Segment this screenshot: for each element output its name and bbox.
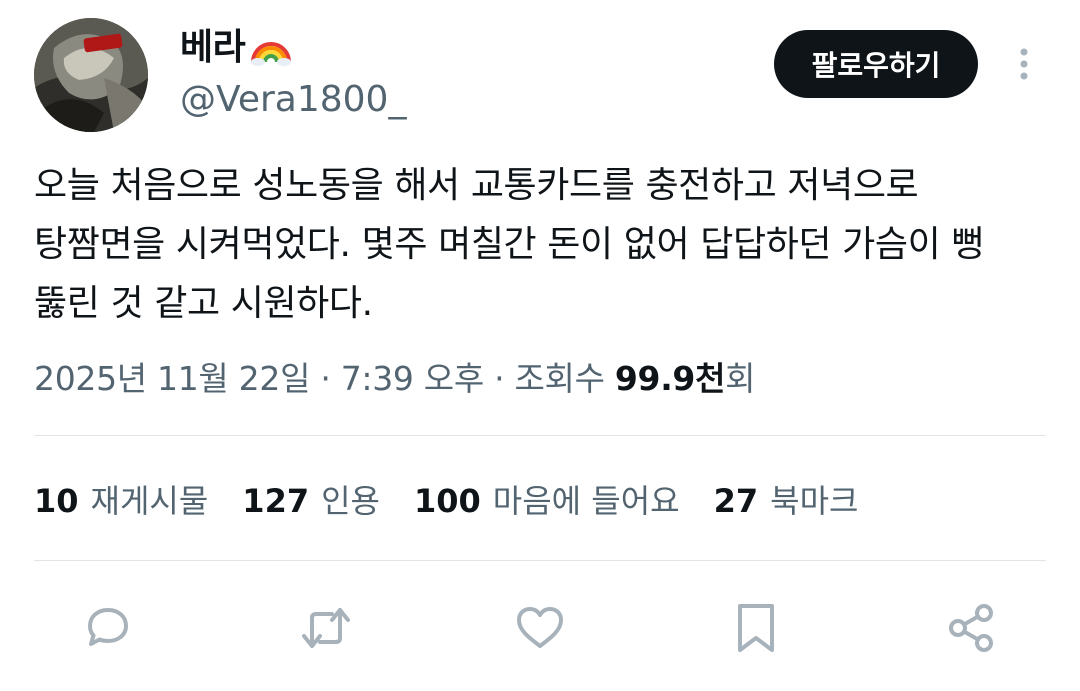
share-button[interactable] <box>940 596 1004 660</box>
stat-likes[interactable]: 100 마음에 들어요 <box>414 476 680 522</box>
stat-label: 마음에 들어요 <box>492 482 680 520</box>
views-label: 조회수 <box>514 359 615 398</box>
views-suffix: 회 <box>725 359 756 398</box>
action-bar <box>0 596 1080 660</box>
user-handle[interactable]: @Vera1800_ <box>180 80 406 120</box>
avatar[interactable] <box>34 18 148 132</box>
reply-button[interactable] <box>76 596 140 660</box>
display-name[interactable]: 베라 <box>180 30 246 66</box>
repost-icon <box>302 608 350 648</box>
stat-reposts[interactable]: 10 재게시물 <box>34 476 208 522</box>
bookmark-button[interactable] <box>724 596 788 660</box>
display-name-row: 베라 <box>180 28 293 68</box>
stat-label: 재게시물 <box>90 482 209 520</box>
tweet-time[interactable]: 7:39 오후 <box>341 359 485 398</box>
divider <box>34 560 1046 561</box>
stat-value: 100 <box>413 482 481 520</box>
tweet-text: 오늘 처음으로 성노동을 해서 교통카드를 충전하고 저녁으로 탕짬면을 시켜먹… <box>34 165 985 324</box>
meta-separator: · <box>310 359 341 398</box>
like-icon <box>517 607 563 648</box>
stat-value: 127 <box>242 482 310 520</box>
tweet-date[interactable]: 2025년 11월 22일 <box>34 359 310 398</box>
stat-value: 27 <box>713 482 759 520</box>
divider <box>34 435 1046 436</box>
rainbow-icon <box>251 42 292 66</box>
stat-quotes[interactable]: 127 인용 <box>242 476 380 522</box>
stat-label: 북마크 <box>770 482 859 520</box>
meta-separator: · <box>483 359 515 398</box>
views-count: 99.9천 <box>614 359 726 398</box>
stat-value: 10 <box>34 482 79 520</box>
share-icon <box>949 604 993 652</box>
bookmark-icon <box>738 604 774 652</box>
follow-button[interactable]: 팔로우하기 <box>774 30 978 98</box>
stat-bookmarks[interactable]: 27 북마크 <box>714 476 859 522</box>
like-button[interactable] <box>508 596 572 660</box>
stat-label: 인용 <box>321 482 380 520</box>
engagement-stats: 10 재게시물 127 인용 100 마음에 들어요 27 북마크 <box>34 476 892 522</box>
avatar-image <box>34 18 148 132</box>
more-vertical-icon[interactable] <box>1010 44 1038 84</box>
tweet-meta: 2025년 11월 22일 · 7:39 오후 · 조회수 99.9천회 <box>34 352 756 400</box>
reply-icon <box>88 608 128 646</box>
repost-button[interactable] <box>294 596 358 660</box>
